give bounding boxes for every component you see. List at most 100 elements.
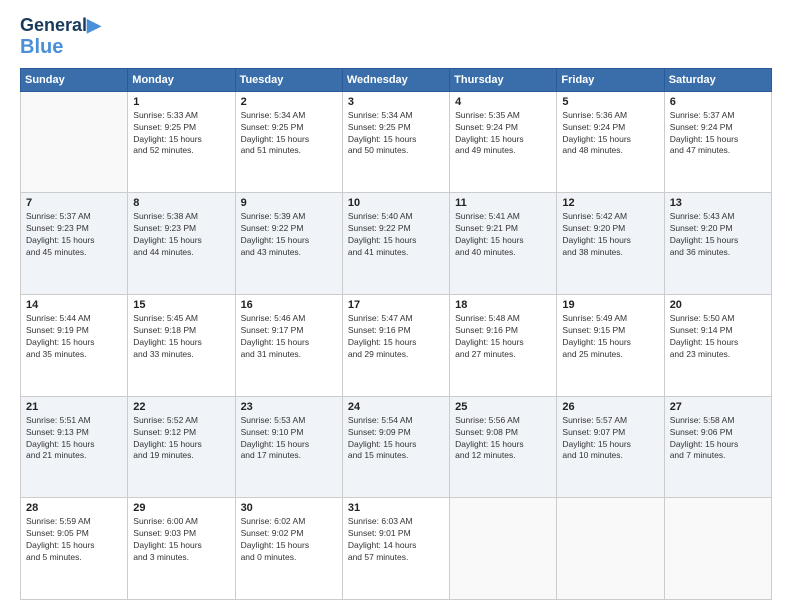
calendar-cell <box>21 91 128 193</box>
logo: General▶ Blue <box>20 16 101 58</box>
calendar-cell: 21 Sunrise: 5:51 AM Sunset: 9:13 PM Dayli… <box>21 396 128 498</box>
day-number: 22 <box>133 401 229 413</box>
day-number: 16 <box>241 299 337 311</box>
day-info: Sunrise: 5:45 AM Sunset: 9:18 PM Dayligh… <box>133 313 229 361</box>
day-info: Sunrise: 5:38 AM Sunset: 9:23 PM Dayligh… <box>133 211 229 259</box>
day-number: 14 <box>26 299 122 311</box>
day-number: 25 <box>455 401 551 413</box>
page: General▶ Blue SundayMondayTuesdayWednesd… <box>0 0 792 612</box>
day-info: Sunrise: 5:37 AM Sunset: 9:23 PM Dayligh… <box>26 211 122 259</box>
calendar-cell: 17Sunrise: 5:47 AM Sunset: 9:16 PM Dayli… <box>342 295 449 397</box>
day-number: 27 <box>670 401 766 413</box>
weekday-header-wednesday: Wednesday <box>342 68 449 91</box>
calendar-cell <box>557 498 664 600</box>
day-number: 18 <box>455 299 551 311</box>
header: General▶ Blue <box>20 16 772 58</box>
week-row-2: 7 Sunrise: 5:37 AM Sunset: 9:23 PM Daylig… <box>21 193 772 295</box>
day-info: Sunrise: 5:36 AM Sunset: 9:24 PM Dayligh… <box>562 110 658 158</box>
day-info: Sunrise: 5:51 AM Sunset: 9:13 PM Dayligh… <box>26 415 122 463</box>
calendar-cell: 19Sunrise: 5:49 AM Sunset: 9:15 PM Dayli… <box>557 295 664 397</box>
day-info: Sunrise: 5:50 AM Sunset: 9:14 PM Dayligh… <box>670 313 766 361</box>
day-number: 4 <box>455 96 551 108</box>
calendar-cell: 27 Sunrise: 5:58 AM Sunset: 9:06 PM Dayli… <box>664 396 771 498</box>
calendar-cell: 11 Sunrise: 5:41 AM Sunset: 9:21 PM Dayli… <box>450 193 557 295</box>
calendar-cell: 26 Sunrise: 5:57 AM Sunset: 9:07 PM Dayli… <box>557 396 664 498</box>
day-number: 9 <box>241 197 337 209</box>
day-info: Sunrise: 5:39 AM Sunset: 9:22 PM Dayligh… <box>241 211 337 259</box>
day-number: 2 <box>241 96 337 108</box>
calendar-cell <box>664 498 771 600</box>
day-info: Sunrise: 5:49 AM Sunset: 9:15 PM Dayligh… <box>562 313 658 361</box>
day-number: 15 <box>133 299 229 311</box>
calendar-cell: 6 Sunrise: 5:37 AM Sunset: 9:24 PM Daylig… <box>664 91 771 193</box>
day-number: 11 <box>455 197 551 209</box>
weekday-header-friday: Friday <box>557 68 664 91</box>
weekday-header-monday: Monday <box>128 68 235 91</box>
week-row-3: 14 Sunrise: 5:44 AM Sunset: 9:19 PM Dayli… <box>21 295 772 397</box>
day-info: Sunrise: 5:40 AM Sunset: 9:22 PM Dayligh… <box>348 211 444 259</box>
logo-text: General▶ <box>20 16 101 36</box>
calendar-cell <box>450 498 557 600</box>
day-number: 29 <box>133 502 229 514</box>
calendar-cell: 12 Sunrise: 5:42 AM Sunset: 9:20 PM Dayli… <box>557 193 664 295</box>
day-number: 1 <box>133 96 229 108</box>
day-number: 30 <box>241 502 337 514</box>
day-number: 8 <box>133 197 229 209</box>
day-number: 17 <box>348 299 444 311</box>
day-number: 12 <box>562 197 658 209</box>
calendar-cell: 24Sunrise: 5:54 AM Sunset: 9:09 PM Dayli… <box>342 396 449 498</box>
day-info: Sunrise: 5:42 AM Sunset: 9:20 PM Dayligh… <box>562 211 658 259</box>
day-info: Sunrise: 5:52 AM Sunset: 9:12 PM Dayligh… <box>133 415 229 463</box>
calendar-cell: 30Sunrise: 6:02 AM Sunset: 9:02 PM Dayli… <box>235 498 342 600</box>
logo-blue: Blue <box>20 36 63 58</box>
day-info: Sunrise: 5:56 AM Sunset: 9:08 PM Dayligh… <box>455 415 551 463</box>
calendar-cell: 15 Sunrise: 5:45 AM Sunset: 9:18 PM Dayli… <box>128 295 235 397</box>
day-info: Sunrise: 5:58 AM Sunset: 9:06 PM Dayligh… <box>670 415 766 463</box>
week-row-4: 21 Sunrise: 5:51 AM Sunset: 9:13 PM Dayli… <box>21 396 772 498</box>
day-number: 10 <box>348 197 444 209</box>
calendar-cell: 10 Sunrise: 5:40 AM Sunset: 9:22 PM Dayli… <box>342 193 449 295</box>
calendar-cell: 16 Sunrise: 5:46 AM Sunset: 9:17 PM Dayli… <box>235 295 342 397</box>
day-number: 20 <box>670 299 766 311</box>
day-number: 26 <box>562 401 658 413</box>
weekday-header-row: SundayMondayTuesdayWednesdayThursdayFrid… <box>21 68 772 91</box>
day-info: Sunrise: 5:54 AM Sunset: 9:09 PM Dayligh… <box>348 415 444 463</box>
day-info: Sunrise: 5:37 AM Sunset: 9:24 PM Dayligh… <box>670 110 766 158</box>
calendar-cell: 23Sunrise: 5:53 AM Sunset: 9:10 PM Dayli… <box>235 396 342 498</box>
week-row-5: 28Sunrise: 5:59 AM Sunset: 9:05 PM Dayli… <box>21 498 772 600</box>
calendar-cell: 8 Sunrise: 5:38 AM Sunset: 9:23 PM Daylig… <box>128 193 235 295</box>
day-info: Sunrise: 5:34 AM Sunset: 9:25 PM Dayligh… <box>348 110 444 158</box>
calendar-cell: 5 Sunrise: 5:36 AM Sunset: 9:24 PM Daylig… <box>557 91 664 193</box>
calendar-cell: 4Sunrise: 5:35 AM Sunset: 9:24 PM Daylig… <box>450 91 557 193</box>
calendar-cell: 14 Sunrise: 5:44 AM Sunset: 9:19 PM Dayli… <box>21 295 128 397</box>
weekday-header-thursday: Thursday <box>450 68 557 91</box>
calendar-cell: 3 Sunrise: 5:34 AM Sunset: 9:25 PM Daylig… <box>342 91 449 193</box>
calendar-cell: 20 Sunrise: 5:50 AM Sunset: 9:14 PM Dayli… <box>664 295 771 397</box>
weekday-header-tuesday: Tuesday <box>235 68 342 91</box>
day-info: Sunrise: 5:57 AM Sunset: 9:07 PM Dayligh… <box>562 415 658 463</box>
day-number: 3 <box>348 96 444 108</box>
calendar-cell: 7 Sunrise: 5:37 AM Sunset: 9:23 PM Daylig… <box>21 193 128 295</box>
calendar-cell: 31 Sunrise: 6:03 AM Sunset: 9:01 PM Dayli… <box>342 498 449 600</box>
day-info: Sunrise: 5:44 AM Sunset: 9:19 PM Dayligh… <box>26 313 122 361</box>
day-info: Sunrise: 5:59 AM Sunset: 9:05 PM Dayligh… <box>26 516 122 564</box>
calendar-cell: 2 Sunrise: 5:34 AM Sunset: 9:25 PM Daylig… <box>235 91 342 193</box>
day-number: 31 <box>348 502 444 514</box>
day-info: Sunrise: 5:33 AM Sunset: 9:25 PM Dayligh… <box>133 110 229 158</box>
calendar-cell: 25 Sunrise: 5:56 AM Sunset: 9:08 PM Dayli… <box>450 396 557 498</box>
day-info: Sunrise: 6:03 AM Sunset: 9:01 PM Dayligh… <box>348 516 444 564</box>
day-number: 6 <box>670 96 766 108</box>
day-info: Sunrise: 5:34 AM Sunset: 9:25 PM Dayligh… <box>241 110 337 158</box>
calendar-cell: 22 Sunrise: 5:52 AM Sunset: 9:12 PM Dayli… <box>128 396 235 498</box>
calendar-cell: 1 Sunrise: 5:33 AM Sunset: 9:25 PM Daylig… <box>128 91 235 193</box>
day-info: Sunrise: 5:46 AM Sunset: 9:17 PM Dayligh… <box>241 313 337 361</box>
weekday-header-sunday: Sunday <box>21 68 128 91</box>
day-number: 5 <box>562 96 658 108</box>
day-info: Sunrise: 5:53 AM Sunset: 9:10 PM Dayligh… <box>241 415 337 463</box>
day-info: Sunrise: 5:41 AM Sunset: 9:21 PM Dayligh… <box>455 211 551 259</box>
calendar-cell: 9 Sunrise: 5:39 AM Sunset: 9:22 PM Daylig… <box>235 193 342 295</box>
weekday-header-saturday: Saturday <box>664 68 771 91</box>
day-number: 21 <box>26 401 122 413</box>
day-number: 13 <box>670 197 766 209</box>
day-number: 7 <box>26 197 122 209</box>
